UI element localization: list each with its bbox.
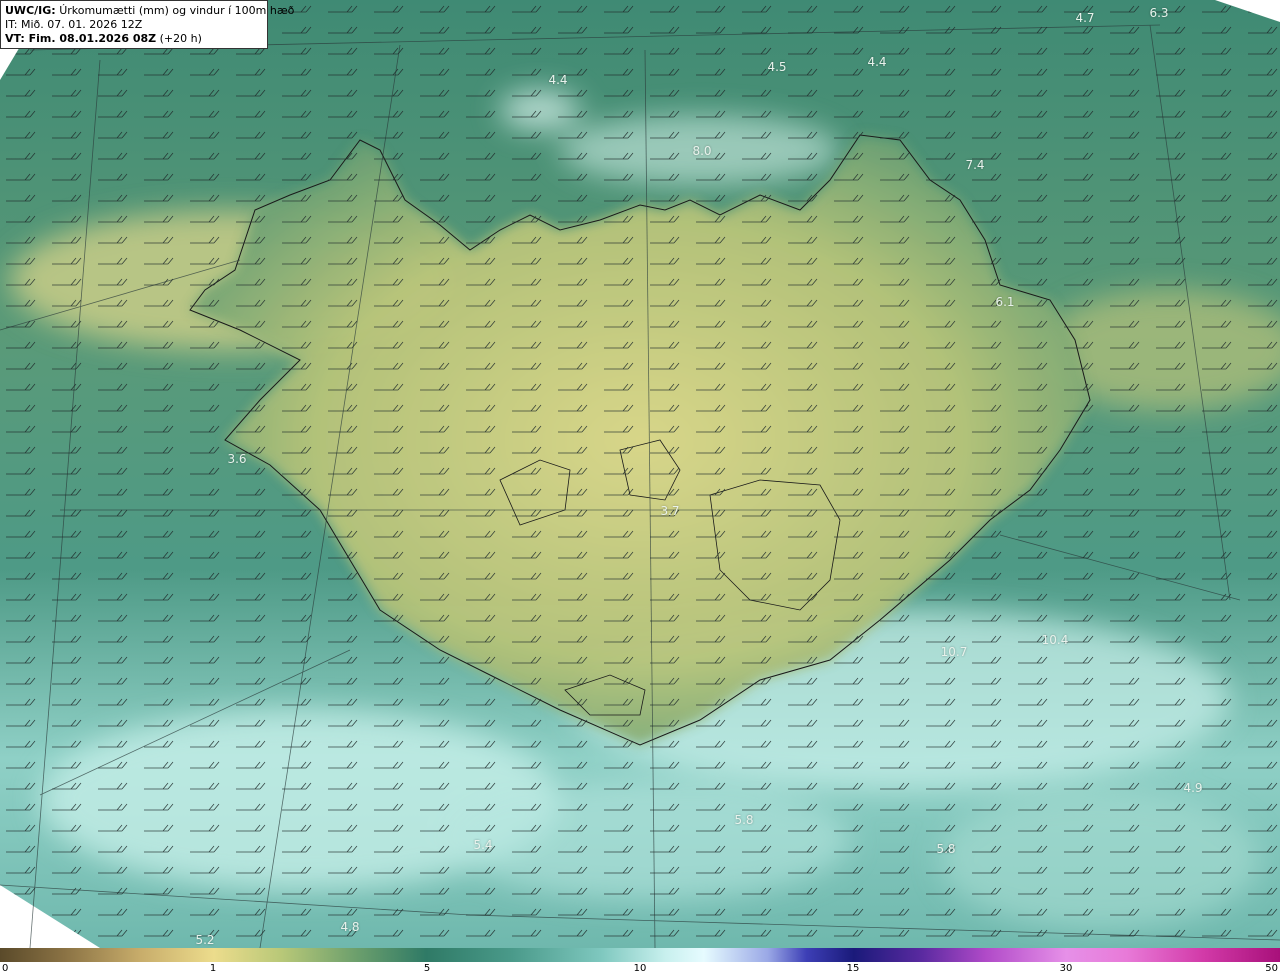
colorbar-ticks: 0 1 5 10 15 30 50 <box>0 962 1280 978</box>
header-panel: UWC/IG: Úrkomumætti (mm) og vindur í 100… <box>0 0 294 49</box>
product-label: UWC/IG: <box>5 4 56 17</box>
valid-time-row: VT: Fim. 08.01.2026 08Z (+20 h) <box>5 32 263 46</box>
colorbar-tick: 30 <box>1059 963 1073 974</box>
value-label: 5.8 <box>734 813 754 827</box>
issue-time: IT: Mið. 07. 01. 2026 12Z <box>5 18 143 31</box>
value-label: 4.8 <box>340 920 360 934</box>
value-label: 10.7 <box>940 645 968 659</box>
title-row: UWC/IG: Úrkomumætti (mm) og vindur í 100… <box>5 4 294 18</box>
value-label: 4.7 <box>1075 11 1095 25</box>
value-label: 10.4 <box>1041 633 1069 647</box>
colorbar-tick: 10 <box>633 963 647 974</box>
wind-barbs <box>0 0 1280 948</box>
value-label: 5.4 <box>473 838 493 852</box>
value-label: 6.3 <box>1149 6 1169 20</box>
colorbar-tick: 50 <box>1265 963 1278 974</box>
value-label: 5.2 <box>195 933 215 947</box>
forecast-map: 4.7 6.3 4.4 4.5 4.4 8.0 7.4 6.1 3.6 3.7 10.7 10.4 4.… <box>0 0 1280 948</box>
value-label: 4.4 <box>548 73 568 87</box>
lead-time: (+20 h) <box>159 32 202 45</box>
colorbar-tick: 15 <box>846 963 860 974</box>
value-label: 3.7 <box>660 504 680 518</box>
colorbar-tick: 5 <box>423 963 431 974</box>
map-title: Úrkomumætti (mm) og vindur í 100m hæð <box>59 4 295 17</box>
map-canvas <box>0 0 1280 948</box>
colorbar-tick: 1 <box>209 963 217 974</box>
colorbar-tick: 0 <box>2 963 9 974</box>
value-label: 3.6 <box>227 452 247 466</box>
valid-time: VT: Fim. 08.01.2026 08Z <box>5 32 157 45</box>
value-label: 5.8 <box>936 842 956 856</box>
colorbar <box>0 948 1280 962</box>
value-label: 6.1 <box>995 295 1015 309</box>
value-label: 7.4 <box>965 158 985 172</box>
value-label: 4.9 <box>1183 781 1203 795</box>
value-label: 4.4 <box>867 55 887 69</box>
value-label: 8.0 <box>692 144 712 158</box>
value-label: 4.5 <box>767 60 787 74</box>
